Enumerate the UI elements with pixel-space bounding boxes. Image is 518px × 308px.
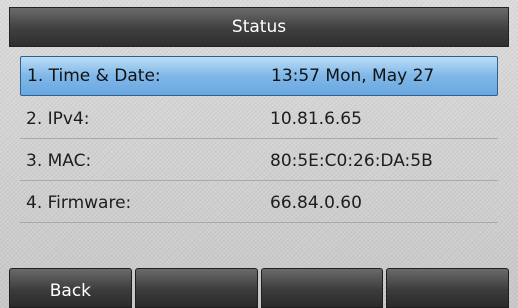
softkey-2[interactable] <box>134 268 258 308</box>
back-softkey[interactable]: Back <box>9 268 132 308</box>
status-item-ipv4[interactable]: 2. IPv4: 10.81.6.65 <box>20 99 498 139</box>
status-item-value: 66.84.0.60 <box>270 193 362 213</box>
phone-screen: Status 1. Time & Date: 13:57 Mon, May 27… <box>0 0 518 308</box>
title-bar: Status <box>9 7 509 47</box>
status-item-value: 13:57 Mon, May 27 <box>271 66 435 86</box>
page-title: Status <box>231 17 287 37</box>
status-item-label: 3. MAC: <box>26 151 92 171</box>
status-item-firmware[interactable]: 4. Firmware: 66.84.0.60 <box>20 183 498 223</box>
status-item-label: 1. Time & Date: <box>27 66 161 86</box>
status-item-mac[interactable]: 3. MAC: 80:5E:C0:26:DA:5B <box>20 141 498 181</box>
status-item-value: 10.81.6.65 <box>270 109 362 129</box>
status-item-value: 80:5E:C0:26:DA:5B <box>270 151 433 171</box>
softkey-4[interactable] <box>386 268 509 308</box>
status-item-label: 2. IPv4: <box>26 109 90 129</box>
softkey-bar: Back <box>9 268 509 308</box>
status-item-label: 4. Firmware: <box>26 193 132 213</box>
status-item-time-date[interactable]: 1. Time & Date: 13:57 Mon, May 27 <box>20 56 498 96</box>
softkey-3[interactable] <box>260 268 384 308</box>
